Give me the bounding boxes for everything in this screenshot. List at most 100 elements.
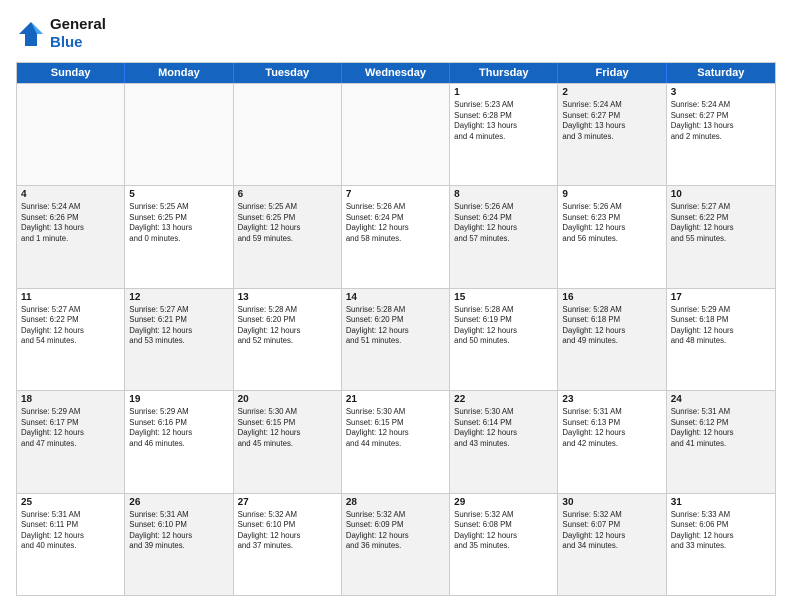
day-cell-7: 7 Sunrise: 5:26 AM Sunset: 6:24 PM Daylig… [342,186,450,287]
day-info: Sunrise: 5:28 AM Sunset: 6:19 PM Dayligh… [454,305,553,347]
logo-text: General Blue [50,16,106,52]
day-info: Sunrise: 5:32 AM Sunset: 6:08 PM Dayligh… [454,510,553,552]
day-number: 15 [454,292,553,303]
day-info: Sunrise: 5:28 AM Sunset: 6:20 PM Dayligh… [238,305,337,347]
day-info: Sunrise: 5:31 AM Sunset: 6:13 PM Dayligh… [562,407,661,449]
logo-icon [16,19,46,49]
day-number: 31 [671,497,771,508]
calendar-row-4: 25 Sunrise: 5:31 AM Sunset: 6:11 PM Dayli… [17,493,775,595]
day-number: 30 [562,497,661,508]
day-number: 27 [238,497,337,508]
day-cell-25: 25 Sunrise: 5:31 AM Sunset: 6:11 PM Dayli… [17,494,125,595]
day-cell-10: 10 Sunrise: 5:27 AM Sunset: 6:22 PM Dayli… [667,186,775,287]
day-info: Sunrise: 5:28 AM Sunset: 6:20 PM Dayligh… [346,305,445,347]
day-number: 16 [562,292,661,303]
day-number: 1 [454,87,553,98]
day-number: 14 [346,292,445,303]
calendar-row-2: 11Sunrise: 5:27 AM Sunset: 6:22 PM Dayli… [17,288,775,390]
day-info: Sunrise: 5:32 AM Sunset: 6:09 PM Dayligh… [346,510,445,552]
day-info: Sunrise: 5:30 AM Sunset: 6:14 PM Dayligh… [454,407,553,449]
day-cell-13: 13 Sunrise: 5:28 AM Sunset: 6:20 PM Dayli… [234,289,342,390]
day-info: Sunrise: 5:32 AM Sunset: 6:10 PM Dayligh… [238,510,337,552]
weekday-header-wednesday: Wednesday [342,63,450,83]
day-cell-4: 4 Sunrise: 5:24 AM Sunset: 6:26 PM Daylig… [17,186,125,287]
day-number: 24 [671,394,771,405]
day-info: Sunrise: 5:23 AM Sunset: 6:28 PM Dayligh… [454,100,553,142]
day-info: Sunrise: 5:27 AM Sunset: 6:22 PM Dayligh… [671,202,771,244]
day-number: 21 [346,394,445,405]
day-number: 9 [562,189,661,200]
page: General Blue SundayMondayTuesdayWednesda… [0,0,792,612]
day-info: Sunrise: 5:24 AM Sunset: 6:27 PM Dayligh… [562,100,661,142]
day-cell-15: 15 Sunrise: 5:28 AM Sunset: 6:19 PM Dayli… [450,289,558,390]
day-cell-1: 1 Sunrise: 5:23 AM Sunset: 6:28 PM Daylig… [450,84,558,185]
day-cell-19: 19 Sunrise: 5:29 AM Sunset: 6:16 PM Dayli… [125,391,233,492]
calendar-row-1: 4 Sunrise: 5:24 AM Sunset: 6:26 PM Daylig… [17,185,775,287]
day-number: 23 [562,394,661,405]
day-number: 4 [21,189,120,200]
day-cell-3: 3Sunrise: 5:24 AM Sunset: 6:27 PM Daylig… [667,84,775,185]
day-cell-30: 30Sunrise: 5:32 AM Sunset: 6:07 PM Dayli… [558,494,666,595]
day-number: 5 [129,189,228,200]
day-cell-14: 14 Sunrise: 5:28 AM Sunset: 6:20 PM Dayli… [342,289,450,390]
day-info: Sunrise: 5:31 AM Sunset: 6:10 PM Dayligh… [129,510,228,552]
day-info: Sunrise: 5:30 AM Sunset: 6:15 PM Dayligh… [346,407,445,449]
day-number: 22 [454,394,553,405]
day-cell-9: 9 Sunrise: 5:26 AM Sunset: 6:23 PM Daylig… [558,186,666,287]
day-cell-18: 18Sunrise: 5:29 AM Sunset: 6:17 PM Dayli… [17,391,125,492]
day-cell-11: 11Sunrise: 5:27 AM Sunset: 6:22 PM Dayli… [17,289,125,390]
day-info: Sunrise: 5:27 AM Sunset: 6:21 PM Dayligh… [129,305,228,347]
day-info: Sunrise: 5:25 AM Sunset: 6:25 PM Dayligh… [238,202,337,244]
day-number: 17 [671,292,771,303]
day-number: 12 [129,292,228,303]
day-cell-20: 20Sunrise: 5:30 AM Sunset: 6:15 PM Dayli… [234,391,342,492]
day-info: Sunrise: 5:24 AM Sunset: 6:26 PM Dayligh… [21,202,120,244]
empty-cell [234,84,342,185]
day-info: Sunrise: 5:29 AM Sunset: 6:16 PM Dayligh… [129,407,228,449]
day-number: 11 [21,292,120,303]
day-number: 28 [346,497,445,508]
day-info: Sunrise: 5:31 AM Sunset: 6:11 PM Dayligh… [21,510,120,552]
day-cell-27: 27 Sunrise: 5:32 AM Sunset: 6:10 PM Dayli… [234,494,342,595]
day-number: 25 [21,497,120,508]
calendar-header: SundayMondayTuesdayWednesdayThursdayFrid… [17,63,775,83]
day-info: Sunrise: 5:26 AM Sunset: 6:23 PM Dayligh… [562,202,661,244]
day-number: 18 [21,394,120,405]
day-number: 8 [454,189,553,200]
weekday-header-sunday: Sunday [17,63,125,83]
day-cell-29: 29Sunrise: 5:32 AM Sunset: 6:08 PM Dayli… [450,494,558,595]
calendar: SundayMondayTuesdayWednesdayThursdayFrid… [16,62,776,596]
day-number: 19 [129,394,228,405]
day-info: Sunrise: 5:25 AM Sunset: 6:25 PM Dayligh… [129,202,228,244]
day-info: Sunrise: 5:26 AM Sunset: 6:24 PM Dayligh… [346,202,445,244]
day-number: 7 [346,189,445,200]
weekday-header-friday: Friday [558,63,666,83]
day-number: 2 [562,87,661,98]
day-cell-5: 5 Sunrise: 5:25 AM Sunset: 6:25 PM Daylig… [125,186,233,287]
empty-cell [342,84,450,185]
day-info: Sunrise: 5:31 AM Sunset: 6:12 PM Dayligh… [671,407,771,449]
day-cell-2: 2 Sunrise: 5:24 AM Sunset: 6:27 PM Daylig… [558,84,666,185]
day-cell-28: 28 Sunrise: 5:32 AM Sunset: 6:09 PM Dayli… [342,494,450,595]
weekday-header-thursday: Thursday [450,63,558,83]
empty-cell [17,84,125,185]
weekday-header-tuesday: Tuesday [234,63,342,83]
day-number: 13 [238,292,337,303]
day-cell-6: 6 Sunrise: 5:25 AM Sunset: 6:25 PM Daylig… [234,186,342,287]
day-cell-31: 31Sunrise: 5:33 AM Sunset: 6:06 PM Dayli… [667,494,775,595]
day-number: 26 [129,497,228,508]
day-info: Sunrise: 5:30 AM Sunset: 6:15 PM Dayligh… [238,407,337,449]
day-number: 3 [671,87,771,98]
day-number: 10 [671,189,771,200]
day-number: 6 [238,189,337,200]
day-info: Sunrise: 5:29 AM Sunset: 6:18 PM Dayligh… [671,305,771,347]
day-info: Sunrise: 5:26 AM Sunset: 6:24 PM Dayligh… [454,202,553,244]
day-cell-8: 8 Sunrise: 5:26 AM Sunset: 6:24 PM Daylig… [450,186,558,287]
day-cell-21: 21 Sunrise: 5:30 AM Sunset: 6:15 PM Dayli… [342,391,450,492]
day-cell-17: 17 Sunrise: 5:29 AM Sunset: 6:18 PM Dayli… [667,289,775,390]
day-cell-22: 22 Sunrise: 5:30 AM Sunset: 6:14 PM Dayli… [450,391,558,492]
calendar-row-3: 18Sunrise: 5:29 AM Sunset: 6:17 PM Dayli… [17,390,775,492]
day-cell-24: 24 Sunrise: 5:31 AM Sunset: 6:12 PM Dayli… [667,391,775,492]
weekday-header-saturday: Saturday [667,63,775,83]
day-cell-23: 23 Sunrise: 5:31 AM Sunset: 6:13 PM Dayli… [558,391,666,492]
